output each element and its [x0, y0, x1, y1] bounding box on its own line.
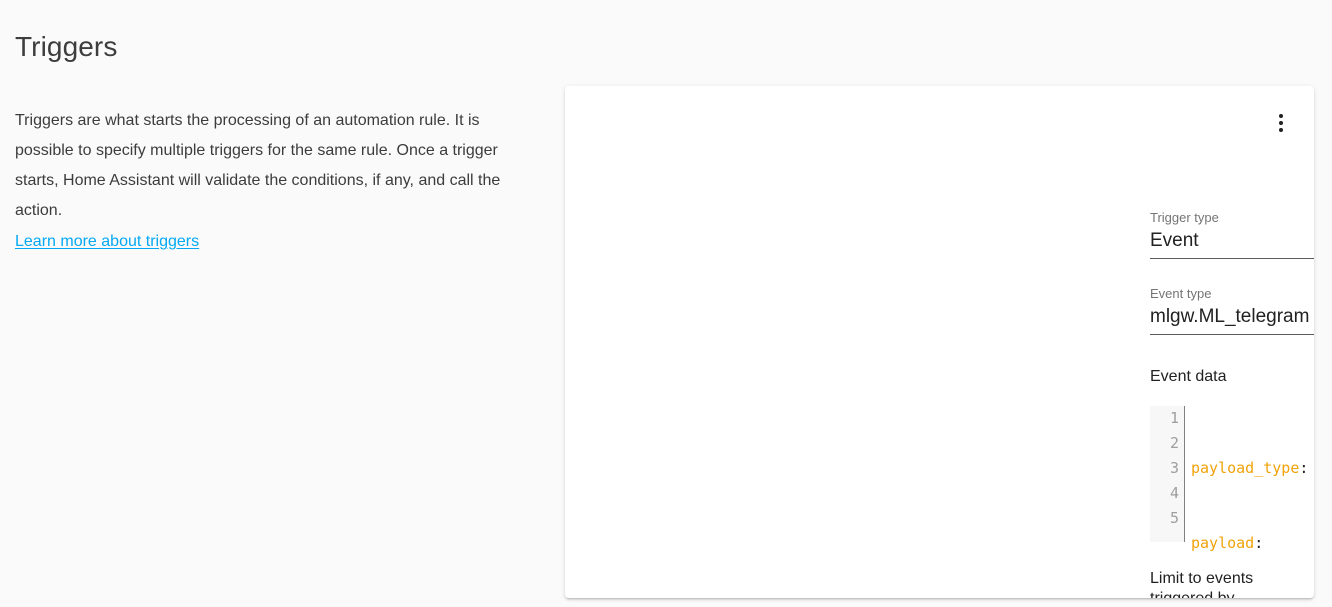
code-line: payload:	[1191, 531, 1314, 556]
code-key: payload	[1191, 534, 1255, 552]
code-key: payload_type	[1191, 459, 1300, 477]
event-data-label: Event data	[1150, 368, 1227, 385]
intro-paragraph: Triggers are what starts the processing …	[15, 112, 501, 219]
trigger-type-field: Trigger type Event	[1150, 209, 1314, 259]
line-number: 2	[1169, 434, 1179, 452]
dot	[1279, 128, 1283, 132]
trigger-card-body: Trigger type Event Event type mlgw.ML_te…	[565, 86, 1314, 598]
code-line: payload_type: BEO4_KEY	[1191, 456, 1314, 481]
line-number: 4	[1169, 484, 1179, 502]
page-title: Triggers	[15, 30, 118, 62]
learn-more-link[interactable]: Learn more about triggers	[15, 227, 199, 257]
trigger-type-select[interactable]: Event	[1150, 227, 1314, 259]
line-number: 3	[1169, 459, 1179, 477]
code-punct: :	[1299, 459, 1309, 477]
triggers-page: Triggers Triggers are what starts the pr…	[0, 0, 1332, 607]
code-content: payload_type: BEO4_KEY payload: source: …	[1185, 406, 1314, 552]
event-type-value: mlgw.ML_telegram	[1150, 306, 1310, 327]
intro-column: Triggers are what starts the processing …	[15, 106, 520, 257]
code-punct: :	[1254, 534, 1264, 552]
line-number: 5	[1169, 509, 1179, 527]
event-data-yaml-editor[interactable]: 1 2 3 4 5 payload_type: BEO4_KEY payload…	[1150, 406, 1314, 552]
trigger-type-label: Trigger type	[1150, 210, 1219, 225]
line-number: 1	[1169, 409, 1179, 427]
event-type-field: Event type mlgw.ML_telegram	[1150, 285, 1314, 335]
code-gutter: 1 2 3 4 5	[1150, 406, 1185, 542]
trigger-card: Trigger type Event Event type mlgw.ML_te…	[565, 86, 1314, 598]
limit-to-events-label: Limit to events triggered by	[1150, 570, 1254, 598]
event-type-label: Event type	[1150, 286, 1212, 301]
dot	[1279, 121, 1283, 125]
dots-vertical-icon[interactable]	[1266, 108, 1296, 138]
trigger-type-value: Event	[1150, 230, 1199, 251]
dot	[1279, 114, 1283, 118]
event-type-input[interactable]: mlgw.ML_telegram	[1150, 303, 1314, 335]
